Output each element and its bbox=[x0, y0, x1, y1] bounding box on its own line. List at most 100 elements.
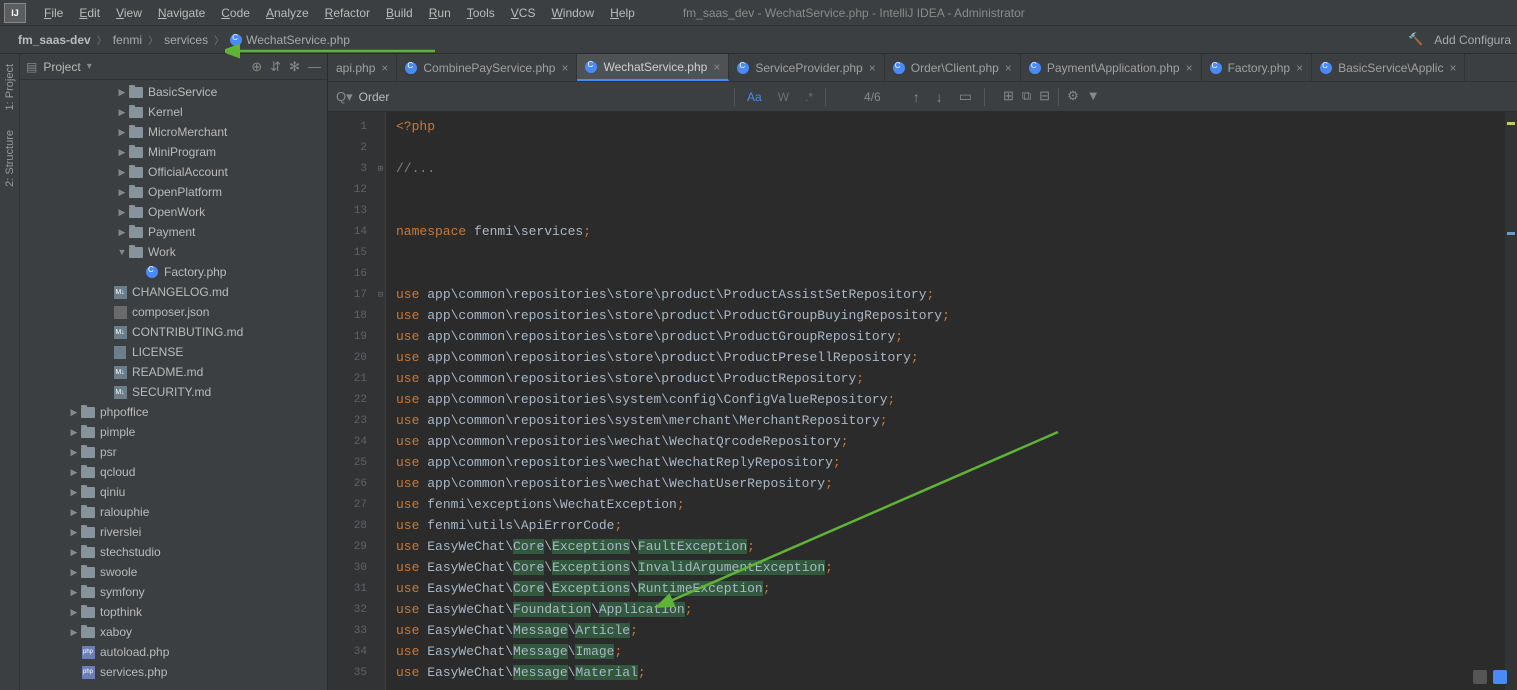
menu-vcs[interactable]: VCS bbox=[503, 0, 544, 26]
line-number[interactable]: 2 bbox=[328, 137, 385, 158]
code-line[interactable]: use EasyWeChat\Foundation\Application; bbox=[386, 599, 1505, 620]
menu-code[interactable]: Code bbox=[213, 0, 258, 26]
line-number[interactable]: 14 bbox=[328, 221, 385, 242]
line-number[interactable]: 23 bbox=[328, 410, 385, 431]
tree-item[interactable]: ▶Payment bbox=[20, 222, 327, 242]
tree-item[interactable]: Factory.php bbox=[20, 262, 327, 282]
code-line[interactable] bbox=[386, 263, 1505, 284]
code-line[interactable]: use EasyWeChat\Core\Exceptions\RuntimeEx… bbox=[386, 578, 1505, 599]
rail-tab-project[interactable]: 1: Project bbox=[2, 54, 18, 120]
code-line[interactable] bbox=[386, 179, 1505, 200]
code-line[interactable]: use app\common\repositories\store\produc… bbox=[386, 284, 1505, 305]
close-icon[interactable]: × bbox=[381, 61, 388, 75]
filter-icon[interactable]: ⚙ bbox=[1067, 88, 1079, 106]
line-number[interactable]: 33 bbox=[328, 620, 385, 641]
tree-twistie[interactable]: ▶ bbox=[68, 447, 80, 458]
tree-twistie[interactable]: ▶ bbox=[68, 507, 80, 518]
breadcrumb-part[interactable]: fenmi bbox=[113, 33, 142, 47]
find-input[interactable] bbox=[359, 90, 726, 104]
status-icon[interactable] bbox=[1473, 670, 1487, 684]
tree-item[interactable]: ▶BasicService bbox=[20, 82, 327, 102]
line-number[interactable]: 35 bbox=[328, 662, 385, 683]
close-icon[interactable]: × bbox=[869, 61, 876, 75]
remove-selection-icon[interactable]: ⊟ bbox=[1039, 88, 1050, 106]
tree-twistie[interactable]: ▶ bbox=[68, 607, 80, 618]
tree-twistie[interactable]: ▶ bbox=[68, 547, 80, 558]
project-tree[interactable]: ▶BasicService▶Kernel▶MicroMerchant▶MiniP… bbox=[20, 80, 327, 690]
menu-navigate[interactable]: Navigate bbox=[150, 0, 213, 26]
status-icon[interactable] bbox=[1493, 670, 1507, 684]
tree-item[interactable]: ▶pimple bbox=[20, 422, 327, 442]
add-selection-icon[interactable]: ⊞ bbox=[1003, 88, 1014, 106]
editor-tab[interactable]: Payment\Application.php× bbox=[1021, 54, 1202, 81]
line-number[interactable]: 13 bbox=[328, 200, 385, 221]
menu-tools[interactable]: Tools bbox=[459, 0, 503, 26]
tree-item[interactable]: ▶phpoffice bbox=[20, 402, 327, 422]
tree-twistie[interactable]: ▶ bbox=[68, 467, 80, 478]
funnel-icon[interactable]: ▼ bbox=[1087, 88, 1100, 106]
close-icon[interactable]: × bbox=[561, 61, 568, 75]
tree-item[interactable]: ▶stechstudio bbox=[20, 542, 327, 562]
tree-twistie[interactable]: ▶ bbox=[116, 107, 128, 118]
code-line[interactable]: use app\common\repositories\store\produc… bbox=[386, 368, 1505, 389]
tree-item[interactable]: ▶symfony bbox=[20, 582, 327, 602]
line-number[interactable]: 16 bbox=[328, 263, 385, 284]
tree-item[interactable]: ▼Work bbox=[20, 242, 327, 262]
find-prev-button[interactable]: ↑ bbox=[909, 89, 924, 105]
tree-twistie[interactable]: ▶ bbox=[68, 587, 80, 598]
code-line[interactable] bbox=[386, 137, 1505, 158]
line-number[interactable]: 26 bbox=[328, 473, 385, 494]
tree-item[interactable]: ▶MiniProgram bbox=[20, 142, 327, 162]
words-toggle[interactable]: W bbox=[774, 88, 793, 106]
line-number[interactable]: 3⊞ bbox=[328, 158, 385, 179]
tree-twistie[interactable]: ▶ bbox=[116, 147, 128, 158]
tree-twistie[interactable]: ▶ bbox=[116, 207, 128, 218]
code-content[interactable]: <?php//...namespace fenmi\services;use a… bbox=[386, 112, 1505, 690]
code-line[interactable]: use app\common\repositories\system\merch… bbox=[386, 410, 1505, 431]
find-select-all-icon[interactable]: ▭ bbox=[955, 88, 976, 105]
line-number[interactable]: 34 bbox=[328, 641, 385, 662]
line-number[interactable]: 32 bbox=[328, 599, 385, 620]
editor-tab[interactable]: BasicService\Applic× bbox=[1312, 54, 1465, 81]
menu-view[interactable]: View bbox=[108, 0, 150, 26]
tree-twistie[interactable]: ▶ bbox=[116, 87, 128, 98]
editor-tab[interactable]: api.php× bbox=[328, 54, 397, 81]
code-line[interactable]: use app\common\repositories\wechat\Wecha… bbox=[386, 473, 1505, 494]
editor-tab[interactable]: ServiceProvider.php× bbox=[729, 54, 884, 81]
tree-item[interactable]: phpautoload.php bbox=[20, 642, 327, 662]
tree-item[interactable]: ▶OfficialAccount bbox=[20, 162, 327, 182]
menu-run[interactable]: Run bbox=[421, 0, 459, 26]
code-line[interactable]: use app\common\repositories\wechat\Wecha… bbox=[386, 452, 1505, 473]
line-number[interactable]: 30 bbox=[328, 557, 385, 578]
tree-item[interactable]: ▶OpenPlatform bbox=[20, 182, 327, 202]
line-number[interactable]: 12 bbox=[328, 179, 385, 200]
tree-twistie[interactable]: ▼ bbox=[116, 247, 128, 257]
tree-twistie[interactable]: ▶ bbox=[68, 627, 80, 638]
code-line[interactable]: namespace fenmi\services; bbox=[386, 221, 1505, 242]
find-next-button[interactable]: ↓ bbox=[932, 89, 947, 105]
menu-help[interactable]: Help bbox=[602, 0, 643, 26]
editor-tab[interactable]: Factory.php× bbox=[1202, 54, 1313, 81]
dropdown-icon[interactable]: ▾ bbox=[87, 61, 92, 72]
code-line[interactable] bbox=[386, 200, 1505, 221]
line-number[interactable]: 22 bbox=[328, 389, 385, 410]
tree-item[interactable]: ▶MicroMerchant bbox=[20, 122, 327, 142]
code-line[interactable] bbox=[386, 242, 1505, 263]
menu-file[interactable]: File bbox=[36, 0, 71, 26]
tree-item[interactable]: M↓SECURITY.md bbox=[20, 382, 327, 402]
regex-toggle[interactable]: .* bbox=[801, 88, 817, 106]
code-line[interactable]: use EasyWeChat\Core\Exceptions\FaultExce… bbox=[386, 536, 1505, 557]
settings-icon[interactable]: ✻ bbox=[289, 59, 300, 75]
line-number[interactable]: 20 bbox=[328, 347, 385, 368]
line-number[interactable]: 19 bbox=[328, 326, 385, 347]
code-line[interactable]: use fenmi\exceptions\WechatException; bbox=[386, 494, 1505, 515]
line-number[interactable]: 31 bbox=[328, 578, 385, 599]
code-line[interactable]: use app\common\repositories\wechat\Wecha… bbox=[386, 431, 1505, 452]
code-line[interactable]: use EasyWeChat\Message\Material; bbox=[386, 662, 1505, 683]
code-line[interactable]: <?php bbox=[386, 116, 1505, 137]
tree-twistie[interactable]: ▶ bbox=[116, 127, 128, 138]
tree-twistie[interactable]: ▶ bbox=[116, 227, 128, 238]
code-line[interactable]: use app\common\repositories\store\produc… bbox=[386, 305, 1505, 326]
tree-item[interactable]: ▶OpenWork bbox=[20, 202, 327, 222]
line-gutter[interactable]: 123⊞121314151617⊟18192021222324252627282… bbox=[328, 112, 386, 690]
